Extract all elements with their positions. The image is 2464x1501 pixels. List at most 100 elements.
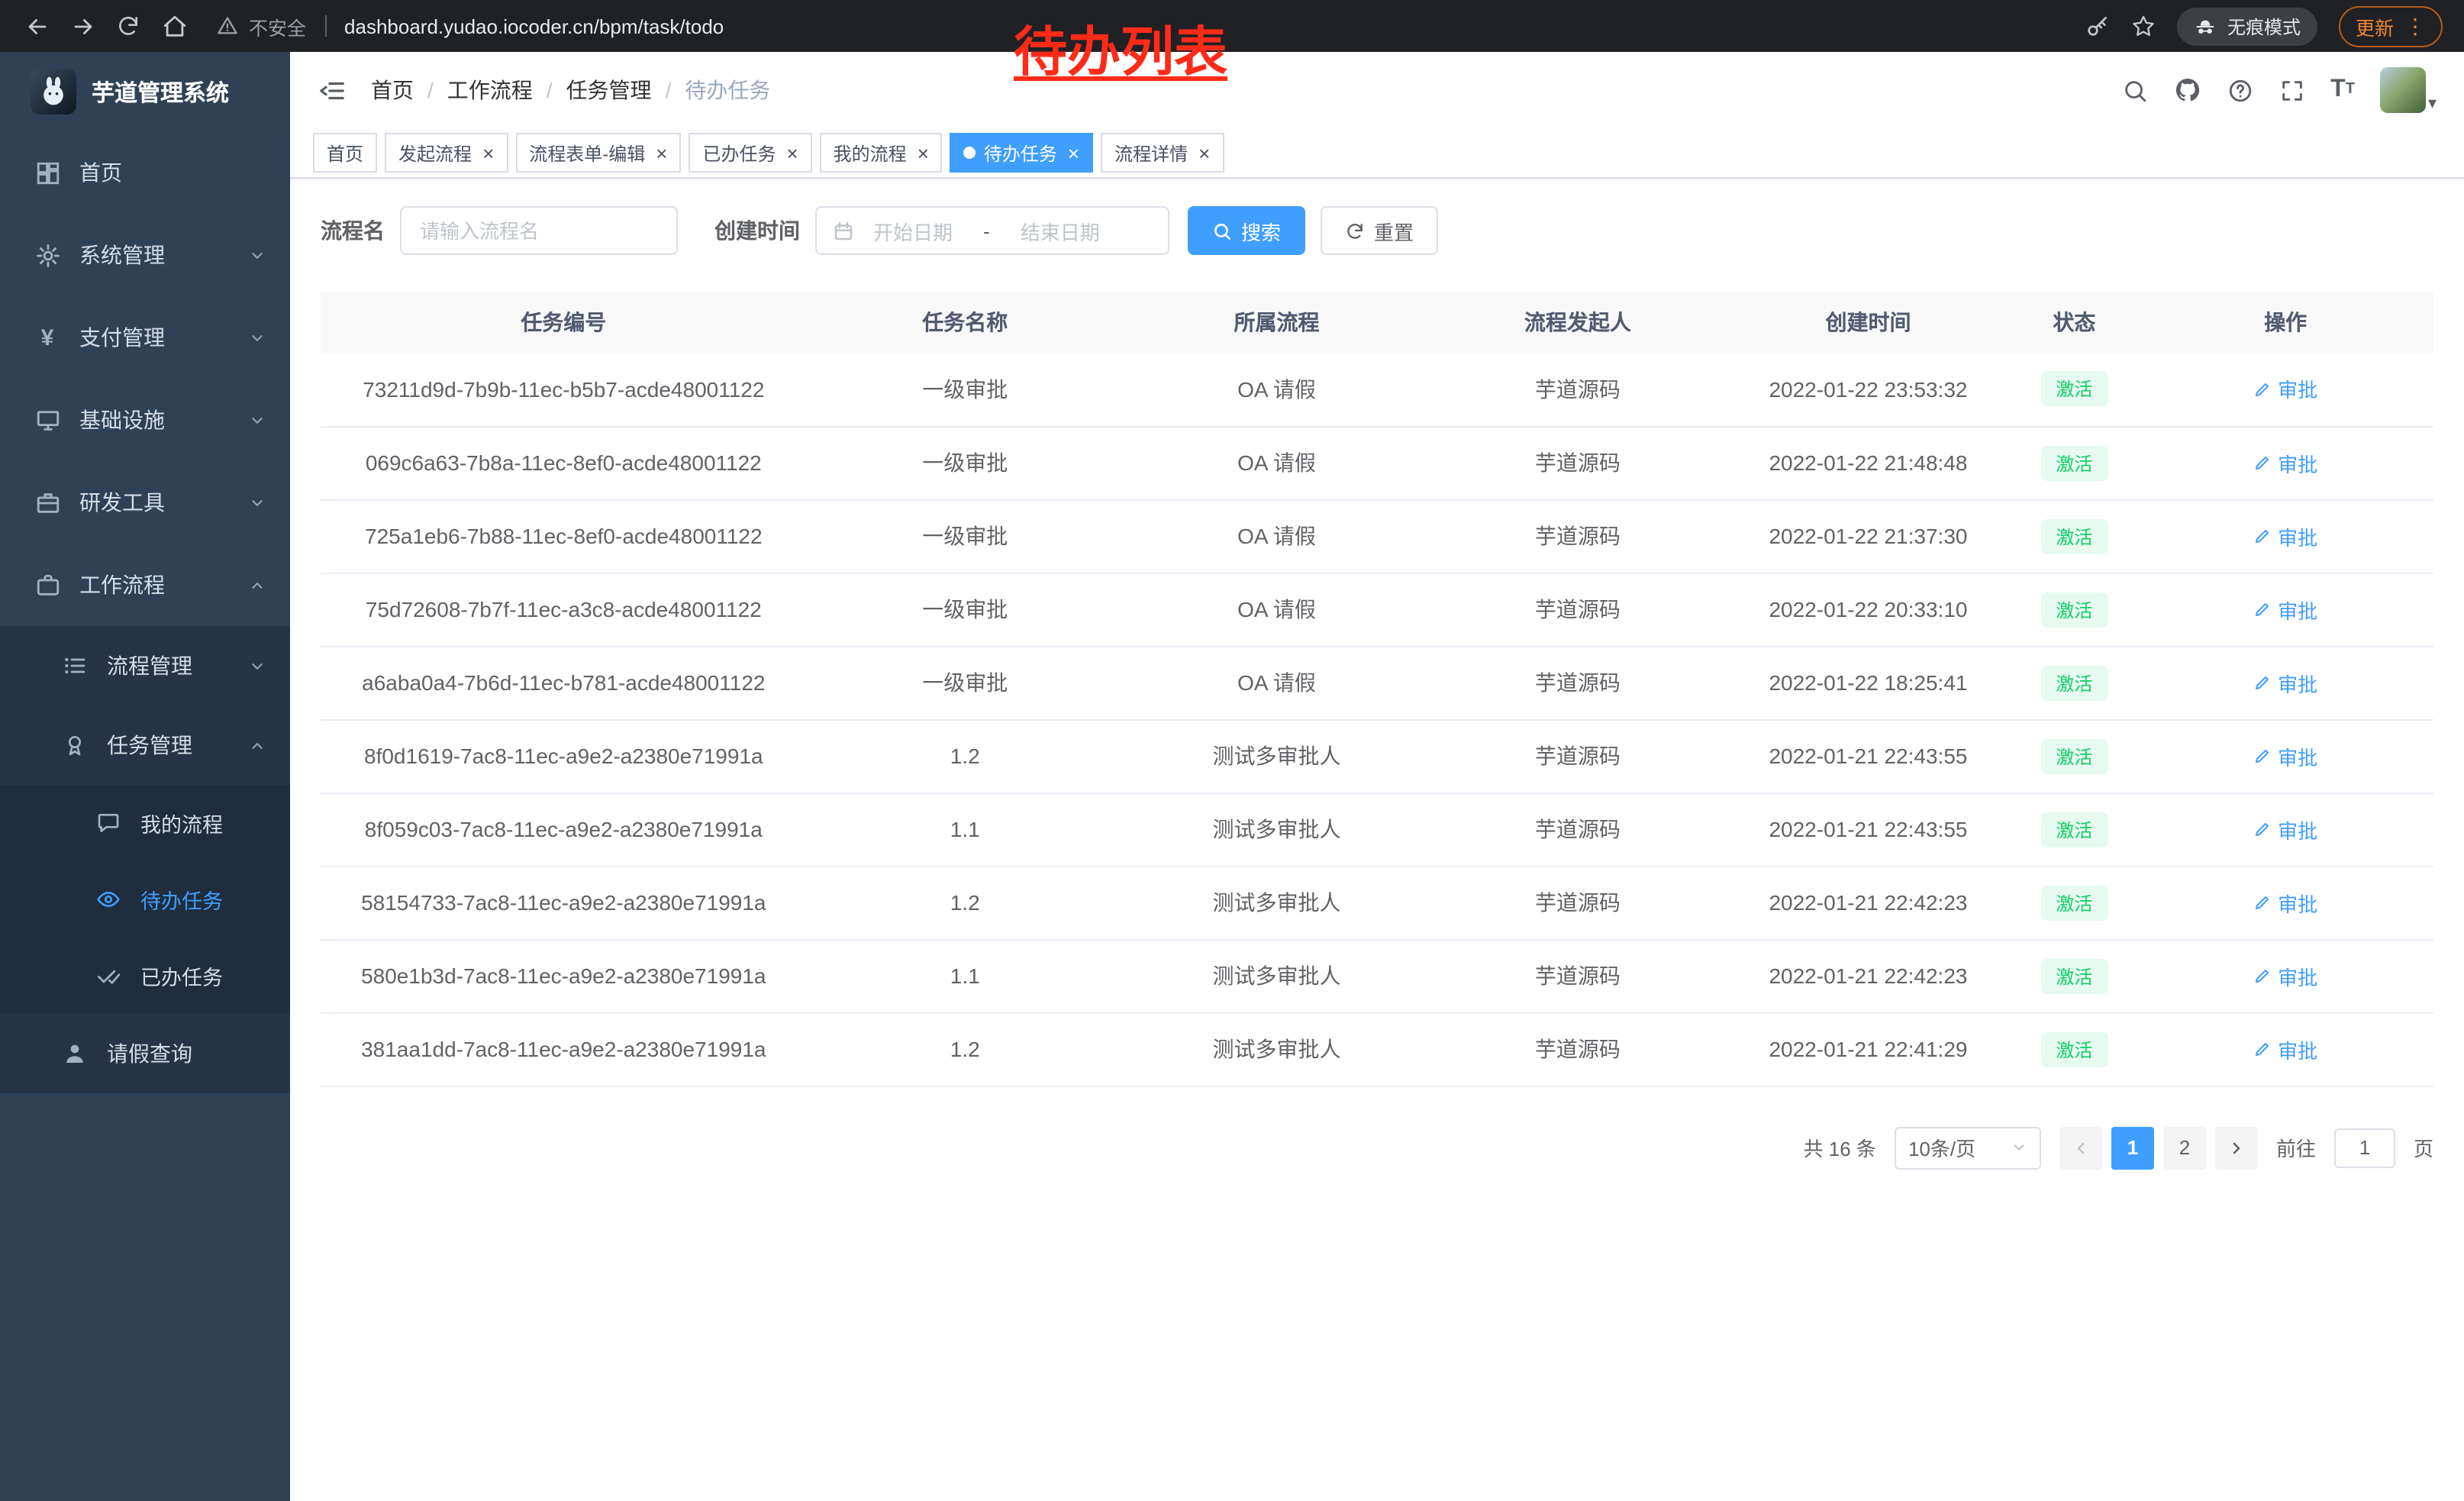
browser-forward-button[interactable]: [61, 5, 104, 47]
sidebar-item-devtools[interactable]: 研发工具: [0, 461, 290, 544]
page-size-select[interactable]: 10条/页: [1895, 1126, 2041, 1169]
goto-page-input[interactable]: [2334, 1128, 2395, 1167]
tab-close-icon[interactable]: ×: [1198, 143, 1210, 163]
process-cell: 测试多审批人: [1124, 939, 1430, 1012]
tab-my-process[interactable]: 我的流程×: [820, 133, 943, 173]
create-time-label: 创建时间: [714, 215, 800, 246]
app-logo-row[interactable]: 芋道管理系统: [0, 52, 290, 131]
browser-home-button[interactable]: [153, 5, 195, 47]
col-actions: 操作: [2137, 292, 2433, 353]
status-badge: 激活: [2040, 445, 2108, 480]
font-size-icon[interactable]: TT: [2330, 78, 2355, 102]
browser-back-button[interactable]: [15, 5, 58, 47]
approve-link[interactable]: 审批: [2253, 375, 2317, 404]
tab-label: 首页: [327, 140, 363, 166]
process-name-input[interactable]: [400, 206, 678, 255]
table-header-row: 任务编号 任务名称 所属流程 流程发起人 创建时间 状态 操作: [321, 292, 2433, 353]
page-button-1[interactable]: 1: [2111, 1126, 2154, 1169]
task-id-cell: 73211d9d-7b9b-11ec-b5b7-acde48001122: [321, 353, 807, 426]
approve-link[interactable]: 审批: [2253, 961, 2317, 990]
approve-link[interactable]: 审批: [2253, 741, 2317, 770]
user-avatar-group[interactable]: ▾: [2381, 67, 2437, 113]
initiator-cell: 芋道源码: [1430, 573, 1726, 646]
reset-button[interactable]: 重置: [1321, 206, 1438, 255]
status-cell: 激活: [2011, 426, 2137, 499]
sidebar-item-leave-query[interactable]: 请假查询: [0, 1014, 290, 1093]
tab-close-icon[interactable]: ×: [918, 143, 929, 163]
status-cell: 激活: [2011, 792, 2137, 866]
edit-pencil-icon: [2253, 673, 2272, 692]
approve-link[interactable]: 审批: [2253, 888, 2317, 917]
tab-close-icon[interactable]: ×: [786, 143, 798, 163]
tab-close-icon[interactable]: ×: [656, 143, 667, 163]
avatar[interactable]: [2381, 67, 2427, 113]
tab-process-form-edit[interactable]: 流程表单-编辑 ×: [515, 133, 681, 173]
created-time-cell: 2022-01-22 23:53:32: [1726, 353, 2011, 426]
table-row: 8f059c03-7ac8-11ec-a9e2-a2380e71991a1.1测…: [321, 792, 2433, 866]
initiator-cell: 芋道源码: [1430, 939, 1726, 1012]
fullscreen-icon[interactable]: [2279, 77, 2304, 103]
sidebar-item-system[interactable]: 系统管理: [0, 214, 290, 296]
prev-page-button[interactable]: [2059, 1126, 2102, 1169]
action-cell: 审批: [2137, 866, 2433, 939]
sidebar-item-todo-task[interactable]: 待办任务: [0, 861, 290, 938]
monitor-icon: [34, 406, 61, 434]
tab-close-icon[interactable]: ×: [482, 143, 494, 163]
bookmark-star-icon[interactable]: [2131, 14, 2156, 38]
sidebar-item-home[interactable]: 首页: [0, 131, 290, 214]
chevron-up-icon: [249, 576, 266, 593]
approve-link[interactable]: 审批: [2253, 521, 2317, 550]
edit-pencil-icon: [2253, 893, 2272, 912]
tab-start-process[interactable]: 发起流程×: [385, 133, 508, 173]
tab-home[interactable]: 首页: [313, 133, 377, 173]
col-process: 所属流程: [1124, 292, 1430, 353]
status-badge: 激活: [2040, 592, 2108, 627]
eye-icon: [95, 886, 122, 913]
sidebar-item-infra[interactable]: 基础设施: [0, 379, 290, 461]
tab-label: 流程表单-编辑: [529, 140, 645, 166]
sidebar-item-payment[interactable]: ¥ 支付管理: [0, 296, 290, 379]
approve-link[interactable]: 审批: [2253, 1035, 2317, 1064]
chevron-right-icon: [2227, 1138, 2246, 1157]
breadcrumb-workflow[interactable]: 工作流程: [414, 75, 533, 105]
tab-done-tasks[interactable]: 已办任务×: [689, 133, 811, 173]
next-page-button[interactable]: [2215, 1126, 2258, 1169]
approve-link[interactable]: 审批: [2253, 668, 2317, 697]
approve-link[interactable]: 审批: [2253, 595, 2317, 624]
sidebar-item-label: 基础设施: [79, 405, 165, 435]
action-cell: 审批: [2137, 792, 2433, 866]
sidebar-item-workflow[interactable]: 工作流程: [0, 544, 290, 626]
created-time-cell: 2022-01-22 18:25:41: [1726, 646, 2011, 719]
sidebar-item-label: 支付管理: [79, 322, 165, 353]
approve-link-label: 审批: [2278, 595, 2317, 624]
tab-close-icon[interactable]: ×: [1068, 143, 1079, 163]
chevron-down-icon: [249, 247, 266, 263]
search-button[interactable]: 搜索: [1188, 206, 1305, 255]
approve-link[interactable]: 审批: [2253, 815, 2317, 844]
search-icon[interactable]: [2121, 77, 2147, 103]
task-id-cell: 8f0d1619-7ac8-11ec-a9e2-a2380e71991a: [321, 719, 807, 792]
status-badge: 激活: [2040, 885, 2108, 920]
browser-refresh-button[interactable]: [107, 5, 150, 47]
status-badge: 激活: [2040, 665, 2108, 700]
tab-process-detail[interactable]: 流程详情×: [1101, 133, 1224, 173]
sidebar-item-process-mgmt[interactable]: 流程管理: [0, 626, 290, 705]
approve-link-label: 审批: [2278, 815, 2317, 844]
sidebar-item-label: 待办任务: [140, 884, 223, 915]
menu-dots-icon[interactable]: ⋮: [2404, 13, 2426, 39]
sidebar-item-done-task[interactable]: 已办任务: [0, 938, 290, 1014]
approve-link[interactable]: 审批: [2253, 448, 2317, 477]
help-icon[interactable]: [2227, 77, 2253, 103]
key-icon[interactable]: [2085, 14, 2110, 38]
github-icon[interactable]: [2173, 76, 2201, 104]
chat-bubble-icon: [95, 809, 122, 837]
update-button[interactable]: 更新 ⋮: [2339, 5, 2443, 47]
breadcrumb-task-mgmt[interactable]: 任务管理: [533, 75, 652, 105]
tab-todo-tasks[interactable]: 待办任务×: [950, 133, 1093, 173]
sidebar-item-task-mgmt[interactable]: 任务管理: [0, 705, 290, 785]
page-button-2[interactable]: 2: [2163, 1126, 2206, 1169]
breadcrumb-home[interactable]: 首页: [371, 75, 414, 105]
sidebar-item-my-process[interactable]: 我的流程: [0, 785, 290, 861]
sidebar-fold-button[interactable]: [318, 76, 347, 105]
date-range-picker[interactable]: 开始日期 - 结束日期: [815, 206, 1169, 255]
